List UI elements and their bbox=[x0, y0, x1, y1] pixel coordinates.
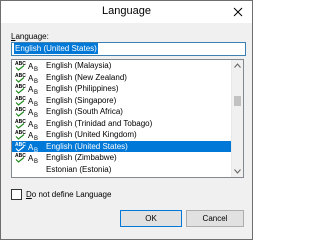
chevron-up-icon bbox=[234, 63, 241, 68]
language-list-item[interactable]: ABC A B English (Zimbabwe) bbox=[12, 152, 231, 164]
svg-text:ABC: ABC bbox=[15, 73, 26, 79]
svg-text:B: B bbox=[34, 102, 38, 106]
cancel-button[interactable]: Cancel bbox=[186, 210, 244, 227]
svg-text:B: B bbox=[34, 148, 38, 152]
scroll-down-button[interactable] bbox=[232, 166, 243, 177]
spellcheck-icon: ABC A B bbox=[15, 107, 38, 117]
svg-text:ABC: ABC bbox=[15, 130, 26, 136]
vertical-scrollbar[interactable] bbox=[231, 60, 243, 177]
spellcheck-icon: ABC A B bbox=[15, 73, 38, 83]
language-list-item[interactable]: ABC A B English (Malaysia) bbox=[12, 60, 231, 72]
svg-text:ABC: ABC bbox=[15, 84, 26, 90]
svg-text:ABC: ABC bbox=[15, 119, 26, 125]
do-not-define-language-checkbox[interactable] bbox=[11, 188, 22, 200]
language-list-item-label: Estonian (Estonia) bbox=[46, 164, 112, 174]
ok-button[interactable]: OK bbox=[120, 210, 182, 227]
language-input-value: English (United States) bbox=[14, 43, 98, 54]
spellcheck-icon: ABC A B bbox=[15, 119, 38, 129]
svg-text:ABC: ABC bbox=[15, 153, 26, 159]
svg-text:B: B bbox=[34, 159, 38, 163]
do-not-define-language-label: Do not define Language bbox=[26, 190, 111, 199]
spellcheck-icon: ABC A B bbox=[15, 130, 38, 140]
spellcheck-icon: ABC A B bbox=[15, 153, 38, 163]
spellcheck-icon: ABC A B bbox=[15, 142, 38, 152]
language-list-item[interactable]: ABC A B English (South Africa) bbox=[12, 106, 231, 118]
spellcheck-icon: ABC A B bbox=[15, 96, 38, 106]
language-list-item[interactable]: ABC A B English (Philippines) bbox=[12, 83, 231, 95]
svg-text:B: B bbox=[34, 113, 38, 117]
svg-text:ABC: ABC bbox=[15, 142, 26, 148]
svg-text:B: B bbox=[34, 79, 38, 83]
language-label-rest: anguage: bbox=[15, 32, 49, 41]
scroll-up-button[interactable] bbox=[232, 60, 243, 71]
language-list-item-label: English (United Kingdom) bbox=[46, 130, 137, 139]
language-input[interactable]: English (United States) bbox=[11, 42, 246, 56]
language-list-item[interactable]: Estonian (Estonia) bbox=[12, 164, 231, 176]
svg-text:B: B bbox=[34, 136, 38, 140]
scroll-thumb[interactable] bbox=[234, 96, 241, 106]
language-dialog: Language Language: English (United State… bbox=[0, 0, 253, 240]
language-list-item[interactable]: ABC A B English (United States) bbox=[12, 140, 231, 152]
svg-text:ABC: ABC bbox=[15, 61, 26, 67]
chevron-down-icon bbox=[234, 169, 241, 174]
svg-text:ABC: ABC bbox=[15, 107, 26, 113]
close-button[interactable] bbox=[228, 4, 248, 20]
language-list-item-label: English (Singapore) bbox=[46, 95, 117, 105]
language-list[interactable]: ABC A B English (Malaysia) ABC A B English (New… bbox=[11, 59, 244, 178]
dialog-title: Language bbox=[102, 5, 151, 17]
svg-text:B: B bbox=[34, 90, 38, 94]
language-list-item[interactable]: ABC A B English (Trinidad and Tobago) bbox=[12, 118, 231, 130]
do-not-define-language-option[interactable]: Do not define Language bbox=[11, 188, 111, 200]
spellcheck-icon: ABC A B bbox=[15, 84, 38, 94]
spellcheck-icon: ABC A B bbox=[15, 61, 38, 71]
language-list-item-label: English (Zimbabwe) bbox=[46, 153, 117, 162]
svg-text:B: B bbox=[34, 125, 38, 129]
close-icon bbox=[233, 7, 243, 17]
svg-text:ABC: ABC bbox=[15, 96, 26, 102]
language-list-item-label: English (Malaysia) bbox=[46, 61, 112, 70]
language-list-item[interactable]: ABC A B English (Singapore) bbox=[12, 95, 231, 107]
title-bar: Language bbox=[1, 1, 252, 23]
language-list-item-label: English (Philippines) bbox=[46, 84, 119, 93]
language-list-item-label: English (Trinidad and Tobago) bbox=[46, 118, 153, 128]
language-list-item-label: English (United States) bbox=[46, 141, 128, 151]
language-list-item[interactable]: ABC A B English (New Zealand) bbox=[12, 72, 231, 84]
do-not-define-rest: o not define Language bbox=[31, 189, 112, 199]
language-label: Language: bbox=[11, 32, 49, 41]
language-list-rows: ABC A B English (Malaysia) ABC A B English (New… bbox=[12, 60, 231, 175]
language-list-item-label: English (New Zealand) bbox=[46, 72, 127, 82]
language-list-item[interactable]: ABC A B English (United Kingdom) bbox=[12, 129, 231, 141]
svg-text:B: B bbox=[34, 67, 38, 71]
language-list-item-label: English (South Africa) bbox=[46, 107, 123, 116]
